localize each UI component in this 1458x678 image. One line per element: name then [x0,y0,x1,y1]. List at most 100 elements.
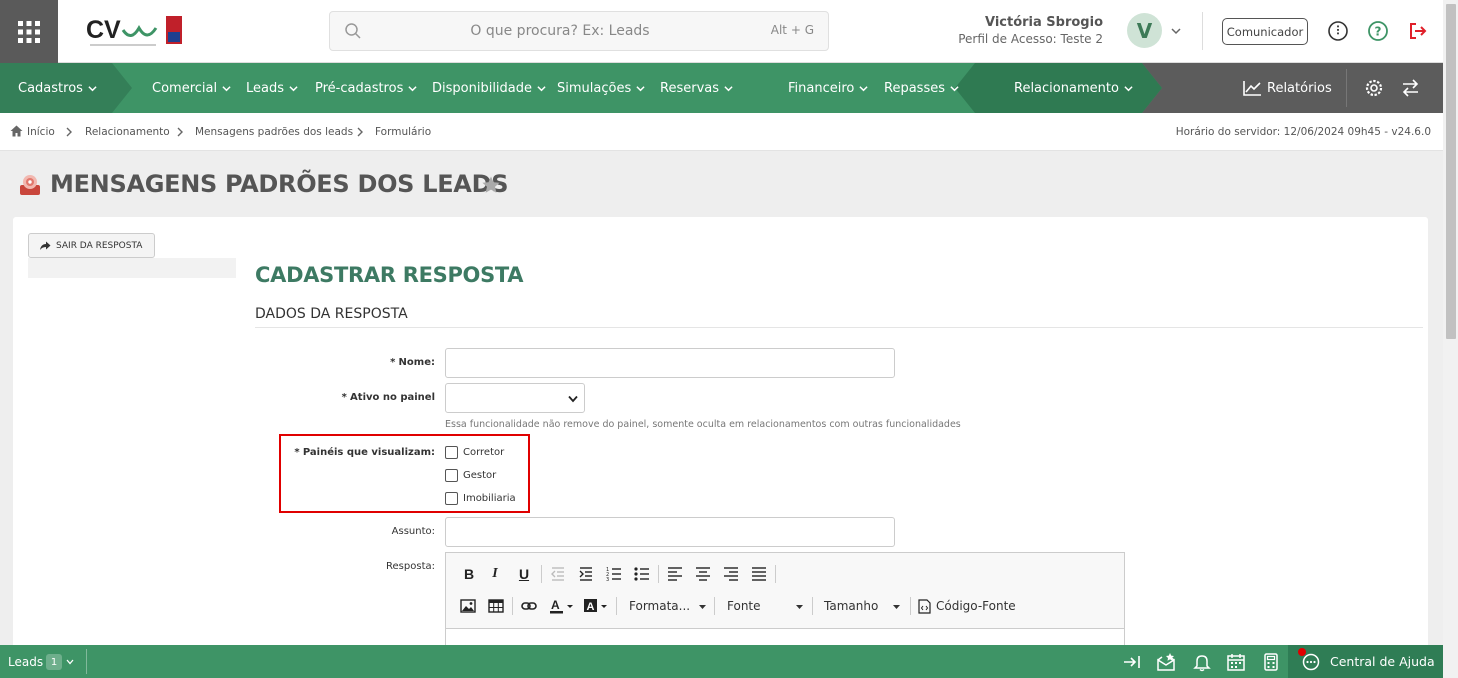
search-input[interactable] [370,12,750,50]
link-icon[interactable] [521,600,537,612]
toolbar-divider [812,597,813,615]
toolbar-divider [512,597,513,615]
checkbox-gestor[interactable] [445,469,458,482]
breadcrumb-relacionamento[interactable]: Relacionamento [85,126,170,138]
align-left-icon[interactable] [667,566,683,582]
chevron-down-icon[interactable] [66,659,74,665]
breadcrumb-formulario: Formulário [375,126,432,138]
ativo-select[interactable] [445,383,585,413]
chevron-down-icon [636,85,645,91]
logout-icon[interactable] [1407,20,1429,42]
favorite-star-icon[interactable] [481,175,501,195]
bold-button[interactable]: B [460,565,478,583]
exit-response-button[interactable]: SAIR DA RESPOSTA [28,233,155,258]
chevron-down-icon [408,85,417,91]
collapse-right-icon[interactable] [1122,652,1142,672]
format-dropdown[interactable]: Formata... [629,599,690,613]
bottom-divider [86,649,87,674]
swap-arrows-icon[interactable] [1401,79,1420,97]
align-center-icon[interactable] [695,566,711,582]
global-search[interactable]: Alt + G [329,11,829,51]
breadcrumb-mensagens[interactable]: Mensagens padrões dos leads [195,126,353,138]
info-icon[interactable] [1327,20,1349,42]
calculator-icon[interactable] [1261,652,1281,672]
outdent-icon[interactable] [550,566,566,582]
toolbar-divider [616,597,617,615]
size-dropdown[interactable]: Tamanho [824,599,878,613]
user-profile: Perfil de Acesso: Teste 2 [958,32,1103,46]
nav-repasses[interactable]: Repasses [884,63,959,113]
resposta-label: Resposta: [386,561,435,572]
checkbox-corretor-label: Corretor [463,447,505,458]
company-logo[interactable]: CV [86,14,186,50]
nav-relatorios[interactable]: Relatórios [1243,63,1332,113]
chat-bubble-icon [1302,653,1320,671]
sidebar-placeholder [28,258,236,278]
help-icon[interactable]: ? [1367,20,1389,42]
image-icon[interactable] [460,599,476,613]
chevron-down-icon [950,85,959,91]
nome-input[interactable] [445,348,895,378]
bottom-bar: Leads 1 Central de Ajuda [0,645,1443,678]
source-code-icon [918,599,931,614]
assunto-label: Assunto: [391,526,435,537]
assunto-input[interactable] [445,517,895,547]
server-time: Horário do servidor: 12/06/2024 09h45 - … [1175,126,1431,138]
nav-leads[interactable]: Leads [246,63,298,113]
chevron-down-icon [699,605,706,609]
align-right-icon[interactable] [723,566,739,582]
communicator-button[interactable]: Comunicador [1222,18,1308,45]
table-icon[interactable] [488,599,504,613]
help-center-button[interactable]: Central de Ajuda [1288,645,1443,678]
nav-pre-cadastros[interactable]: Pré-cadastros [315,63,417,113]
text-color-icon[interactable]: A [549,598,575,614]
chevron-right-icon [357,127,363,137]
leads-tab-label[interactable]: Leads [8,655,43,669]
nav-financeiro[interactable]: Financeiro [788,63,868,113]
section-title: DADOS DA RESPOSTA [255,306,408,322]
numbered-list-icon[interactable]: 123 [606,566,622,582]
background-color-icon[interactable]: A [583,598,609,614]
paineis-label: * Painéis que visualizam: [294,447,435,458]
nav-reservas[interactable]: Reservas [660,63,733,113]
chevron-right-icon [177,127,183,137]
nav-disponibilidade[interactable]: Disponibilidade [432,63,546,113]
messages-module-icon [20,175,40,195]
italic-button[interactable]: I [486,565,504,583]
ativo-label: * Ativo no painel [341,392,435,403]
main-nav: Cadastros Comercial Leads Pré-cadastros … [0,63,1443,113]
svg-text:A: A [587,601,595,613]
font-dropdown[interactable]: Fonte [727,599,761,613]
indent-icon[interactable] [578,566,594,582]
scrollbar-thumb[interactable] [1446,4,1456,339]
chevron-down-icon [568,395,578,403]
user-name: Victória Sbrogio [984,15,1103,30]
checkbox-corretor[interactable] [445,446,458,459]
leads-count-badge: 1 [46,654,62,670]
avatar[interactable]: V [1127,13,1162,48]
underline-button[interactable]: U [515,565,533,583]
nav-relacionamento[interactable]: Relacionamento [1014,63,1133,113]
mail-star-icon[interactable] [1156,652,1176,672]
user-info[interactable]: Victória Sbrogio Perfil de Acesso: Teste… [958,15,1103,47]
align-justify-icon[interactable] [751,566,767,582]
bullet-list-icon[interactable] [634,566,650,582]
apps-grid-button[interactable] [0,0,58,63]
section-divider [255,327,1423,328]
nav-cadastros[interactable]: Cadastros [18,63,97,113]
breadcrumb-inicio[interactable]: Início [27,126,55,138]
gear-icon[interactable] [1365,79,1383,97]
calendar-icon[interactable] [1226,652,1246,672]
search-shortcut-hint: Alt + G [770,23,814,37]
chevron-down-icon [859,85,868,91]
ativo-help-text: Essa funcionalidade não remove do painel… [445,419,961,430]
chevron-down-icon[interactable] [1170,25,1182,37]
nav-simulacoes[interactable]: Simulações [557,63,645,113]
nav-comercial[interactable]: Comercial [152,63,231,113]
checkbox-imobiliaria[interactable] [445,492,458,505]
svg-text:3: 3 [606,577,609,582]
source-code-button[interactable]: Código-Fonte [936,599,1016,613]
svg-text:?: ? [1375,25,1382,39]
bell-icon[interactable] [1192,652,1212,672]
svg-text:CV: CV [86,16,121,44]
